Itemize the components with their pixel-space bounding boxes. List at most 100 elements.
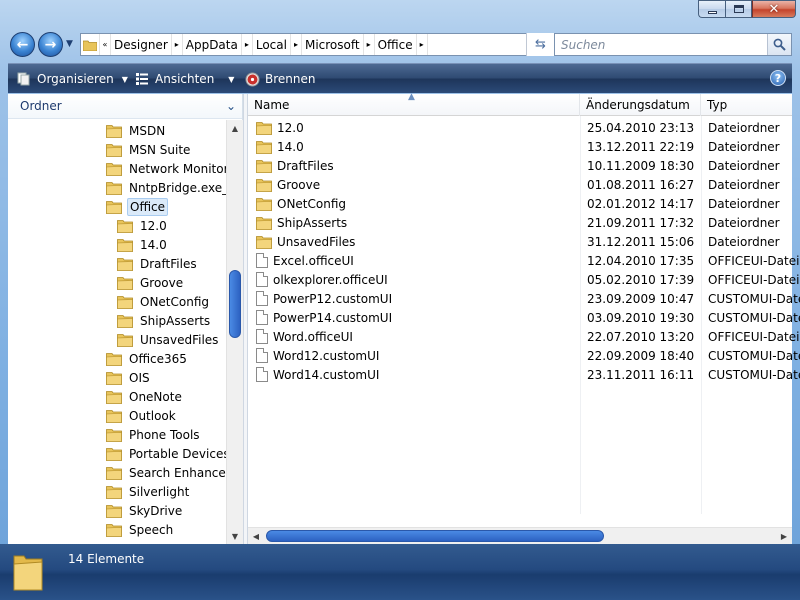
folder-icon — [106, 371, 122, 385]
tree-item-label: Groove — [140, 275, 184, 290]
folder-icon — [106, 181, 122, 195]
breadcrumb-chevron-icon[interactable]: ▸ — [362, 34, 375, 55]
tree-item[interactable]: OneNote — [106, 387, 184, 406]
file-row[interactable]: ONetConfig 02.01.2012 14:17 Dateiordner — [248, 194, 792, 213]
tree-item[interactable]: UnsavedFiles — [117, 330, 220, 349]
tree-item[interactable]: 12.0 — [117, 216, 169, 235]
address-bar[interactable]: « Designer ▸ AppData ▸ Local ▸ Microsoft ▸ Offic… — [80, 33, 554, 56]
file-name-cell: PowerP14.customUI — [256, 310, 392, 325]
forward-button[interactable]: → — [38, 32, 63, 57]
file-date: 10.11.2009 18:30 — [587, 158, 695, 173]
tree-item[interactable]: Speech — [106, 520, 175, 539]
tree-item[interactable]: Outlook — [106, 406, 178, 425]
file-row[interactable]: PowerP14.customUI 03.09.2010 19:30 CUSTOMU… — [248, 308, 800, 327]
file-list-horizontal-scrollbar[interactable]: ◀ ▶ — [248, 527, 792, 544]
folder-icon — [13, 555, 43, 591]
tree-item-label: MSN Suite — [129, 142, 191, 157]
file-row[interactable]: DraftFiles 10.11.2009 18:30 Dateiordner — [248, 156, 792, 175]
file-date: 25.04.2010 23:13 — [587, 120, 695, 135]
tree-item-label: SkyDrive — [129, 503, 183, 518]
breadcrumb-overflow-button[interactable]: « — [99, 34, 111, 55]
tree-item[interactable]: SkyDrive — [106, 501, 184, 520]
close-button[interactable]: ✕ — [752, 0, 796, 18]
folders-header[interactable]: Ordner ⌄ — [8, 94, 242, 119]
views-button[interactable]: Ansichten ▼ — [134, 71, 234, 87]
tree-item[interactable]: MSN Suite — [106, 140, 192, 159]
scroll-thumb[interactable] — [229, 270, 241, 338]
tree-item[interactable]: Groove — [117, 273, 185, 292]
file-name-cell: ShipAsserts — [256, 216, 347, 230]
tree-item[interactable]: Portable Devices — [106, 444, 226, 463]
breadcrumb-item[interactable]: AppData — [183, 34, 241, 55]
breadcrumb-chevron-icon[interactable]: ▸ — [415, 34, 428, 55]
tree-item[interactable]: Phone Tools — [106, 425, 202, 444]
search-button[interactable] — [767, 34, 791, 55]
tree-item[interactable]: NntpBridge.exe_Ur — [106, 178, 226, 197]
tree-item[interactable]: 14.0 — [117, 235, 169, 254]
tree-vertical-scrollbar[interactable]: ▲ ▼ — [226, 120, 243, 544]
file-type: Dateiordner — [708, 139, 780, 154]
back-button[interactable]: ← — [10, 32, 35, 57]
recent-pages-button[interactable]: ▼ — [66, 39, 73, 49]
tree-item-label: Speech — [129, 522, 174, 537]
tree-item-label: Office — [127, 197, 169, 216]
column-header-type[interactable]: Typ — [701, 94, 800, 116]
burn-button[interactable]: Brennen — [244, 71, 315, 87]
scroll-right-arrow[interactable]: ▶ — [776, 528, 792, 544]
minimize-button[interactable] — [698, 0, 725, 18]
organize-button[interactable]: Organisieren ▼ — [16, 71, 128, 87]
scroll-down-arrow[interactable]: ▼ — [227, 528, 243, 544]
tree-item[interactable]: ONetConfig — [117, 292, 211, 311]
tree-item[interactable]: MSDN — [106, 121, 167, 140]
dropdown-arrow-icon: ▼ — [121, 74, 128, 84]
file-row[interactable]: PowerP12.customUI 23.09.2009 10:47 CUSTOMU… — [248, 289, 800, 308]
column-header-date[interactable]: Änderungsdatum — [580, 94, 701, 116]
breadcrumb-item[interactable]: Designer — [111, 34, 171, 55]
chevron-down-icon: ⌄ — [226, 99, 237, 113]
breadcrumb-item[interactable]: Office — [375, 34, 416, 55]
tree-item[interactable]: ShipAsserts — [117, 311, 212, 330]
organize-icon — [16, 71, 32, 87]
file-name-cell: Excel.officeUI — [256, 253, 354, 268]
file-row[interactable]: 14.0 13.12.2011 22:19 Dateiordner — [248, 137, 792, 156]
breadcrumb-chevron-icon[interactable]: ▸ — [289, 34, 302, 55]
tree-item-label: OIS — [129, 370, 150, 385]
breadcrumb-chevron-icon[interactable]: ▸ — [170, 34, 183, 55]
scroll-up-arrow[interactable]: ▲ — [227, 120, 243, 136]
breadcrumb: Designer ▸ AppData ▸ Local ▸ Microsoft ▸ Office ▸ — [111, 34, 428, 55]
tree-item[interactable]: Office365 — [106, 349, 189, 368]
file-row[interactable]: UnsavedFiles 31.12.2011 15:06 Dateiordner — [248, 232, 792, 251]
file-row[interactable]: olkexplorer.officeUI 05.02.2010 17:39 OFFI… — [248, 270, 799, 289]
tree-item[interactable]: Silverlight — [106, 482, 191, 501]
breadcrumb-item[interactable]: Microsoft — [302, 34, 363, 55]
scroll-left-arrow[interactable]: ◀ — [248, 528, 264, 544]
folder-icon — [117, 333, 133, 347]
file-row[interactable]: Word12.customUI 22.09.2009 18:40 CUSTOMUI-… — [248, 346, 800, 365]
refresh-button[interactable]: ⇆ — [526, 33, 554, 56]
file-date: 22.07.2010 13:20 — [587, 329, 695, 344]
column-headers: Name ▲ Änderungsdatum Typ — [248, 92, 792, 116]
tree-item[interactable]: Network Monitor 3 — [106, 159, 226, 178]
column-header-name[interactable]: Name ▲ — [248, 92, 580, 116]
tree-item[interactable]: OIS — [106, 368, 152, 387]
file-type: OFFICEUI-Datei — [708, 272, 800, 287]
maximize-button[interactable] — [725, 0, 752, 18]
search-field[interactable]: Suchen — [554, 33, 792, 56]
file-row[interactable]: ShipAsserts 21.09.2011 17:32 Dateiordner — [248, 213, 792, 232]
navigation-pane: Ordner ⌄ MSDN MSN Suite Network Monitor 3 N… — [8, 94, 243, 544]
scroll-thumb[interactable] — [266, 530, 604, 542]
file-row[interactable]: Groove 01.08.2011 16:27 Dateiordner — [248, 175, 792, 194]
document-icon — [256, 329, 268, 344]
tree-item[interactable]: Search Enhanceme — [106, 463, 226, 482]
file-name-cell: UnsavedFiles — [256, 235, 355, 249]
help-button[interactable]: ? — [770, 70, 786, 86]
breadcrumb-chevron-icon[interactable]: ▸ — [240, 34, 253, 55]
tree-item[interactable]: DraftFiles — [117, 254, 199, 273]
file-row[interactable]: 12.0 25.04.2010 23:13 Dateiordner — [248, 118, 792, 137]
tree-item[interactable]: Office — [106, 197, 169, 216]
file-row[interactable]: Excel.officeUI 12.04.2010 17:35 OFFICEUI-D… — [248, 251, 799, 270]
file-list: Name ▲ Änderungsdatum Typ 12.0 25.04.2010… — [248, 92, 800, 544]
file-row[interactable]: Word.officeUI 22.07.2010 13:20 OFFICEUI-Da… — [248, 327, 799, 346]
breadcrumb-item[interactable]: Local — [253, 34, 290, 55]
file-row[interactable]: Word14.customUI 23.11.2011 16:11 CUSTOMUI-… — [248, 365, 800, 384]
